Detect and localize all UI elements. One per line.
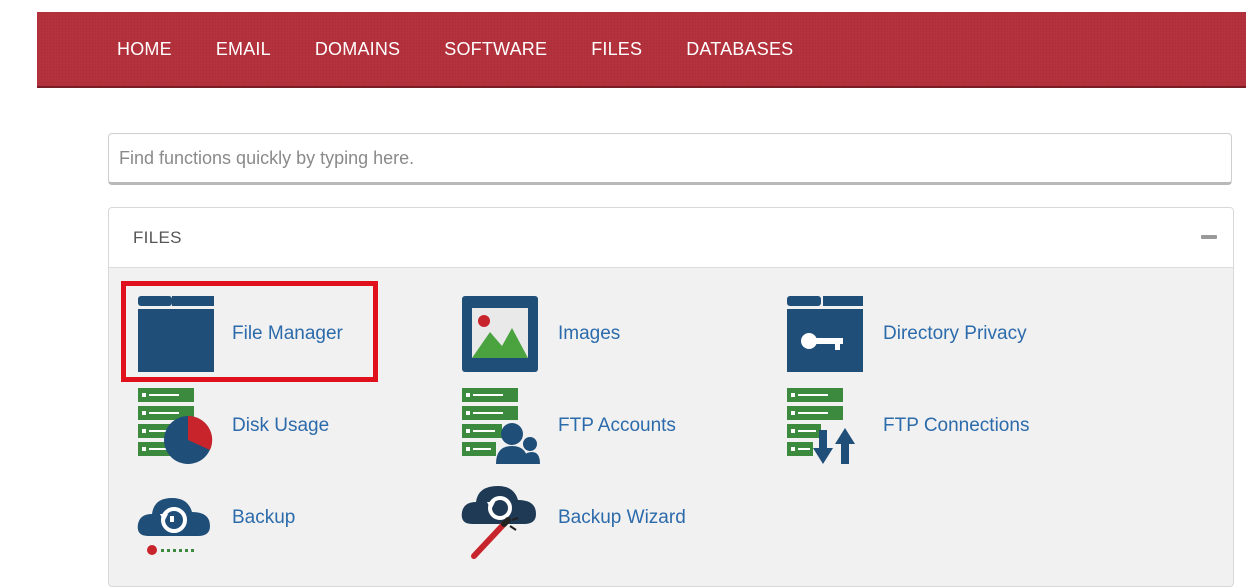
item-label: Images	[558, 323, 621, 344]
item-images[interactable]: Images	[460, 292, 620, 376]
item-backup-wizard[interactable]: Backup Wizard	[460, 476, 686, 560]
backup-icon	[134, 476, 214, 560]
folder-icon	[134, 292, 214, 376]
item-directory-privacy[interactable]: Directory Privacy	[785, 292, 1027, 376]
item-label: FTP Connections	[883, 415, 1030, 436]
item-file-manager[interactable]: File Manager	[134, 292, 343, 376]
panel-header[interactable]: FILES	[109, 208, 1233, 268]
ftp-accounts-icon	[460, 384, 540, 468]
nav-software[interactable]: SOFTWARE	[444, 39, 547, 60]
nav-files[interactable]: FILES	[591, 39, 642, 60]
item-label: Directory Privacy	[883, 323, 1027, 344]
nav-databases[interactable]: DATABASES	[686, 39, 793, 60]
folder-key-icon	[785, 292, 865, 376]
item-label: Backup	[232, 507, 296, 528]
nav-home[interactable]: HOME	[117, 39, 172, 60]
item-ftp-connections[interactable]: FTP Connections	[785, 384, 1029, 468]
ftp-connections-icon	[785, 384, 865, 468]
item-ftp-accounts[interactable]: FTP Accounts	[460, 384, 676, 468]
item-label: FTP Accounts	[558, 415, 676, 436]
collapse-icon[interactable]	[1201, 235, 1217, 239]
main-nav: HOME EMAIL DOMAINS SOFTWARE FILES DATABA…	[117, 12, 793, 86]
item-label: File Manager	[232, 323, 343, 344]
disk-usage-icon	[134, 384, 214, 468]
panel-title: FILES	[133, 228, 182, 247]
backup-wizard-icon	[460, 476, 540, 560]
item-label: Disk Usage	[232, 415, 330, 436]
item-disk-usage[interactable]: Disk Usage	[134, 384, 329, 468]
nav-domains[interactable]: DOMAINS	[315, 39, 400, 60]
nav-email[interactable]: EMAIL	[216, 39, 271, 60]
search-input[interactable]	[108, 133, 1232, 185]
top-nav-bar: HOME EMAIL DOMAINS SOFTWARE FILES DATABA…	[37, 12, 1246, 88]
item-backup[interactable]: Backup	[134, 476, 295, 560]
image-icon	[460, 292, 540, 376]
item-label: Backup Wizard	[558, 507, 686, 528]
